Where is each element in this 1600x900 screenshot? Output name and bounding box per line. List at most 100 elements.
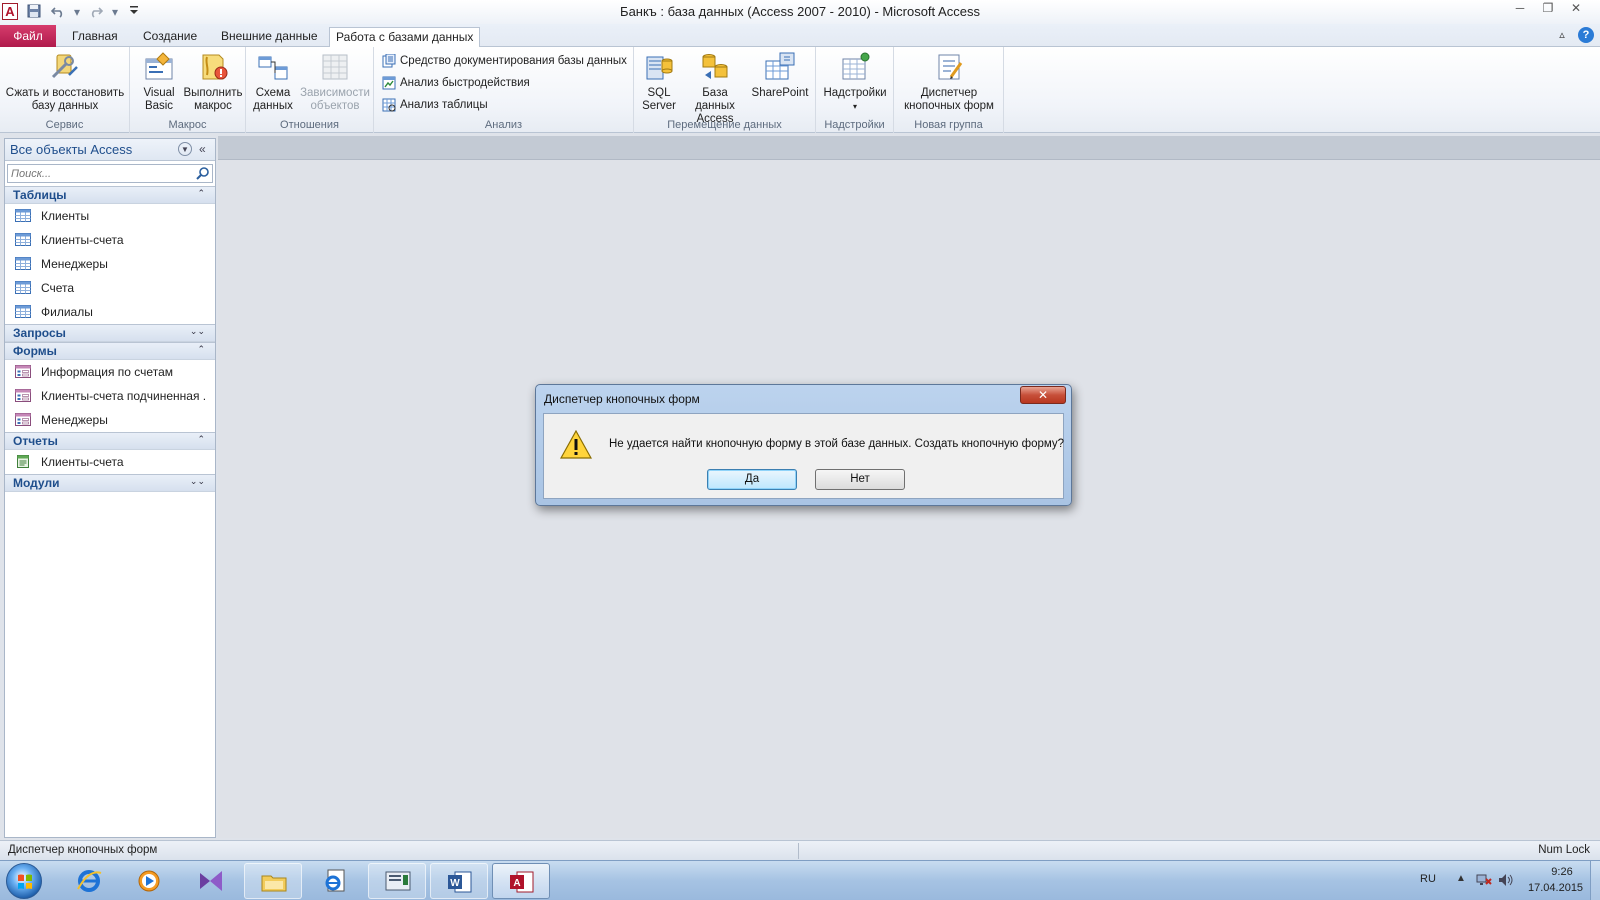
sharepoint-icon [764,51,796,83]
tab-home[interactable]: Главная [66,27,124,47]
clock-time[interactable]: 9:26 [1540,866,1584,878]
table-icon [15,209,31,222]
dialog-message: Не удается найти кнопочную форму в этой … [609,438,1065,450]
access-database-button[interactable]: База данных Access [682,51,748,126]
ribbon: Сжать и восстановить базу данных Сервис … [0,47,1600,133]
warning-icon [560,430,592,459]
table-icon [15,257,31,270]
compact-repair-icon [49,51,81,83]
switchboard-manager-button[interactable]: Диспетчер кнопочных форм [898,51,1000,113]
group-label: Анализ [484,119,523,131]
close-button[interactable]: ✕ [1562,0,1590,18]
documenter-icon [382,54,396,68]
navigation-pane: Все объекты Access ▼ « Таблицы ⌃ Клиенты… [4,138,216,838]
tab-create[interactable]: Создание [137,27,203,47]
nav-form-item[interactable]: Менеджеры [5,408,215,432]
collapse-up-icon[interactable]: ⌃ [197,188,205,199]
performance-icon [382,76,396,90]
minimize-button[interactable]: ─ [1506,0,1534,18]
addins-button[interactable]: Надстройки ▾ [820,51,890,113]
taskbar-media-player[interactable] [120,863,178,899]
show-desktop-button[interactable] [1590,861,1600,900]
group-label: Надстройки [824,119,885,131]
word-icon: W [448,871,472,893]
visual-basic-icon [143,51,175,83]
nav-menu-dropdown-icon[interactable]: ▼ [178,142,192,156]
language-indicator[interactable]: RU [1420,873,1436,885]
taskbar-ie[interactable] [60,863,118,899]
nav-section-tables[interactable]: Таблицы ⌃ [5,186,215,204]
nav-table-item[interactable]: Филиалы [5,300,215,324]
title-bar: A ▾ ▾ Банкъ : база данных (Access 2007 -… [0,0,1600,24]
start-button[interactable] [6,863,42,899]
status-bar: Диспетчер кнопочных форм Num Lock [0,840,1600,860]
nav-table-item[interactable]: Клиенты-счета [5,228,215,252]
taskbar-explorer[interactable] [244,863,302,899]
tab-file[interactable]: Файл [0,25,56,47]
nav-search-input[interactable] [8,165,192,182]
sql-server-button[interactable]: SQL Server [638,51,680,113]
ie-document-icon [325,869,345,892]
nav-table-item[interactable]: Счета [5,276,215,300]
visual-basic-button[interactable]: Visual Basic [134,51,184,113]
taskbar-access[interactable]: A [492,863,550,899]
form-icon [15,365,31,378]
run-macro-button[interactable]: Выполнить макрос [180,51,246,113]
yes-button[interactable]: Да [707,469,797,490]
restore-button[interactable]: ❐ [1534,0,1562,18]
taskbar-word[interactable]: W [430,863,488,899]
nav-section-queries[interactable]: Запросы ⌄⌄ [5,324,215,342]
taskbar-presentation[interactable] [368,863,426,899]
addins-icon [839,51,871,83]
status-divider [798,843,799,859]
taskbar-ie-document[interactable] [306,863,364,899]
expand-down-icon[interactable]: ⌄⌄ [190,476,205,487]
volume-icon[interactable] [1498,873,1514,887]
object-dependencies-icon [319,51,351,83]
nav-title[interactable]: Все объекты Access [10,142,132,157]
svg-text:A: A [513,878,520,889]
search-icon[interactable] [196,166,210,180]
nav-table-item[interactable]: Клиенты [5,204,215,228]
tab-database-tools[interactable]: Работа с базами данных [329,27,481,48]
group-label: Макрос [168,119,207,131]
table-icon [15,233,31,246]
nav-header: Все объекты Access ▼ « [5,139,215,161]
analyze-table-button[interactable]: Анализ таблицы [382,96,488,114]
show-hidden-icons-icon[interactable]: ▲ [1456,873,1466,884]
network-icon[interactable] [1476,873,1492,887]
collapse-ribbon-icon[interactable]: ▵ [1554,27,1570,43]
compact-repair-button[interactable]: Сжать и восстановить базу данных [4,51,126,113]
analyze-performance-button[interactable]: Анализ быстродействия [382,74,530,92]
sharepoint-button[interactable]: SharePoint [748,51,812,100]
switchboard-manager-icon [933,51,965,83]
group-new: Диспетчер кнопочных форм Новая группа [894,47,1004,133]
expand-down-icon[interactable]: ⌄⌄ [190,326,205,337]
nav-form-item[interactable]: Клиенты-счета подчиненная ... [5,384,215,408]
object-dependencies-button[interactable]: Зависимости объектов [298,51,372,113]
presentation-icon [385,871,411,891]
nav-shutter-close-icon[interactable]: « [199,142,206,156]
no-button[interactable]: Нет [815,469,905,490]
group-relationships: Схема данных Зависимости объектов Отноше… [246,47,374,133]
nav-table-item[interactable]: Менеджеры [5,252,215,276]
tab-external-data[interactable]: Внешние данные [215,27,324,47]
group-label: Сервис [45,119,84,131]
clock-date[interactable]: 17.04.2015 [1528,882,1583,894]
nav-section-modules[interactable]: Модули ⌄⌄ [5,474,215,492]
nav-report-item[interactable]: Клиенты-счета [5,450,215,474]
relationships-icon [257,51,289,83]
database-documenter-button[interactable]: Средство документирования базы данных [382,52,627,70]
nav-form-item[interactable]: Информация по счетам [5,360,215,384]
help-icon[interactable]: ? [1578,27,1594,43]
collapse-up-icon[interactable]: ⌃ [197,344,205,355]
taskbar: W A RU ▲ 9:26 17.04.2015 [0,860,1600,900]
nav-section-forms[interactable]: Формы ⌃ [5,342,215,360]
switchboard-dialog: Диспетчер кнопочных форм ✕ Не удается на… [535,384,1072,506]
analyze-table-icon [382,98,396,112]
taskbar-visual-studio[interactable] [182,863,240,899]
nav-section-reports[interactable]: Отчеты ⌃ [5,432,215,450]
relationships-button[interactable]: Схема данных [250,51,296,113]
dialog-close-button[interactable]: ✕ [1020,386,1066,404]
collapse-up-icon[interactable]: ⌃ [197,434,205,445]
